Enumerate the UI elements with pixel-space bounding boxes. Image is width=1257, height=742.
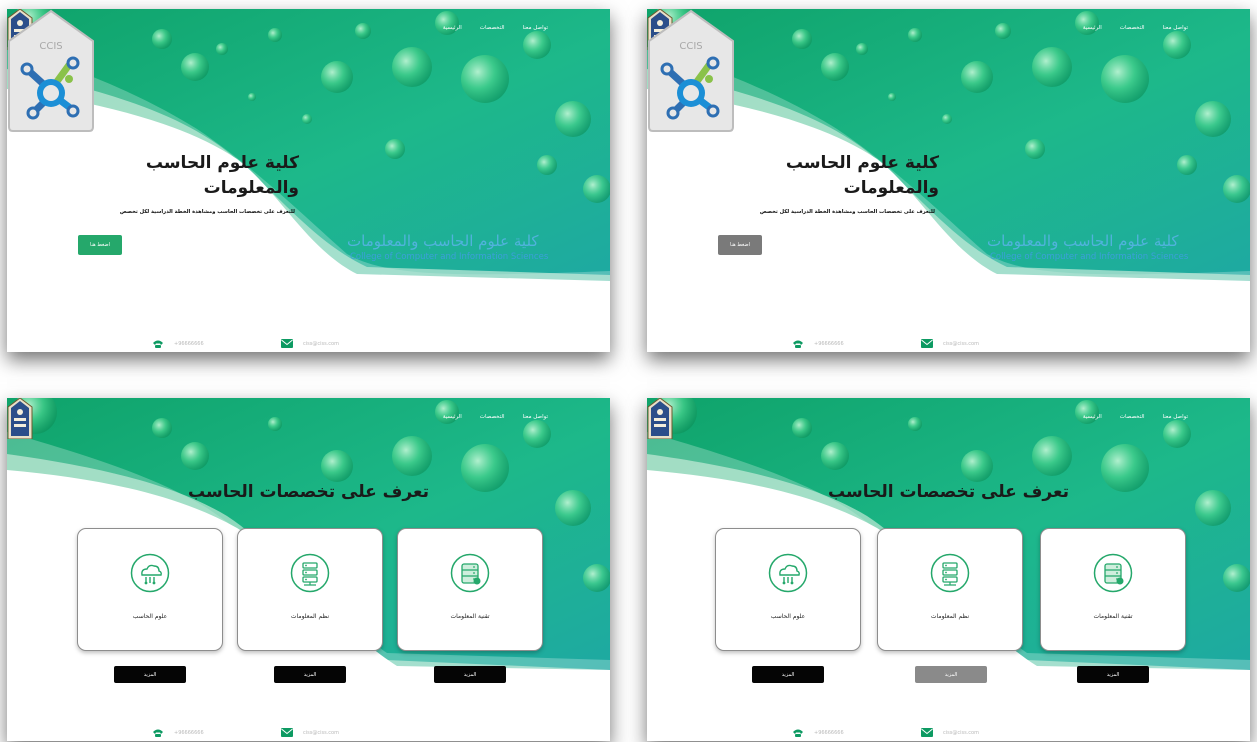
more-button-information-technology[interactable]: المزيد	[1077, 666, 1149, 683]
top-nav: الرئيسية التخصصات تواصل معنا	[1083, 25, 1188, 31]
nav-majors[interactable]: التخصصات	[1120, 414, 1145, 420]
server-stack-icon	[450, 553, 490, 593]
majors-screen-hover: الرئيسية التخصصات تواصل معنا تعرف على تخ…	[647, 398, 1250, 741]
more-button-information-systems[interactable]: المزيد	[274, 666, 346, 683]
ccis-badge-icon	[7, 9, 95, 133]
major-card-information-technology[interactable]: تقنية المعلومات	[1040, 528, 1186, 651]
footer-email: ciss@ciss.com	[281, 339, 339, 348]
nav-majors[interactable]: التخصصات	[480, 414, 505, 420]
nav-contact[interactable]: تواصل معنا	[523, 25, 548, 31]
footer-phone: +96666666	[152, 339, 204, 349]
major-card-label: تقنية المعلومات	[450, 613, 490, 620]
phone-number: +96666666	[174, 341, 204, 347]
nav-home[interactable]: الرئيسية	[443, 414, 462, 420]
cloud-computing-icon	[130, 553, 170, 593]
college-name-en: College of Computer and Information Scie…	[350, 252, 549, 262]
phone-number: +96666666	[814, 730, 844, 736]
email-address[interactable]: ciss@ciss.com	[303, 730, 339, 736]
footer-email: ciss@ciss.com	[281, 728, 339, 737]
major-card-computer-science[interactable]: علوم الحاسب	[715, 528, 861, 651]
major-card-computer-science[interactable]: علوم الحاسب	[77, 528, 223, 651]
majors-section-title: تعرف على تخصصات الحاسب	[828, 482, 1069, 502]
majors-screen-default: الرئيسية التخصصات تواصل معنا تعرف على تخ…	[7, 398, 610, 741]
hero-title-line2: والمعلومات	[843, 178, 939, 198]
nav-majors[interactable]: التخصصات	[480, 25, 505, 31]
phone-icon	[792, 339, 804, 349]
nav-contact[interactable]: تواصل معنا	[1163, 414, 1188, 420]
hero-subtitle: للتعرف على تخصصات الحاسب ومشاهدة الخطة ا…	[759, 209, 935, 215]
major-card-label: نظم المعلومات	[290, 613, 330, 620]
phone-number: +96666666	[174, 730, 204, 736]
major-card-information-technology[interactable]: تقنية المعلومات	[397, 528, 543, 651]
hero-title-line1: كلية علوم الحاسب	[145, 153, 299, 173]
phone-icon	[792, 728, 804, 738]
college-name-ar: كلية علوم الحاسب والمعلومات	[347, 232, 539, 250]
hero-subtitle: للتعرف على تخصصات الحاسب ومشاهدة الخطة ا…	[119, 209, 295, 215]
hero-screen-default: الرئيسية التخصصات تواصل معنا كلية علوم ا…	[7, 9, 610, 352]
top-nav: الرئيسية التخصصات تواصل معنا	[1083, 414, 1188, 420]
phone-icon	[152, 339, 164, 349]
nav-home[interactable]: الرئيسية	[443, 25, 462, 31]
nav-home[interactable]: الرئيسية	[1083, 25, 1102, 31]
major-card-label: علوم الحاسب	[132, 613, 168, 620]
footer-phone: +96666666	[792, 339, 844, 349]
nav-contact[interactable]: تواصل معنا	[1163, 25, 1188, 31]
envelope-icon	[281, 339, 293, 348]
nav-majors[interactable]: التخصصات	[1120, 25, 1145, 31]
phone-icon	[152, 728, 164, 738]
envelope-icon	[281, 728, 293, 737]
more-button-computer-science[interactable]: المزيد	[114, 666, 186, 683]
database-server-icon	[930, 553, 970, 593]
footer-email: ciss@ciss.com	[921, 339, 979, 348]
hero-title-line2: والمعلومات	[203, 178, 299, 198]
university-crest-icon[interactable]	[7, 398, 33, 439]
major-card-label: تقنية المعلومات	[1093, 613, 1133, 620]
more-button-information-systems-hover[interactable]: المزيد	[915, 666, 987, 683]
top-nav: الرئيسية التخصصات تواصل معنا	[443, 25, 548, 31]
nav-home[interactable]: الرئيسية	[1083, 414, 1102, 420]
footer-phone: +96666666	[792, 728, 844, 738]
click-here-button[interactable]: اضغط هنا	[78, 235, 122, 255]
more-button-computer-science[interactable]: المزيد	[752, 666, 824, 683]
college-name-en: College of Computer and Information Scie…	[990, 252, 1189, 262]
university-crest-icon[interactable]	[647, 398, 673, 439]
top-nav: الرئيسية التخصصات تواصل معنا	[443, 414, 548, 420]
screenshot-collage: الرئيسية التخصصات تواصل معنا كلية علوم ا…	[0, 0, 1257, 742]
major-card-label: علوم الحاسب	[770, 613, 806, 620]
phone-number: +96666666	[814, 341, 844, 347]
footer-phone: +96666666	[152, 728, 204, 738]
hero-title: كلية علوم الحاسب والمعلومات	[719, 151, 939, 201]
database-server-icon	[290, 553, 330, 593]
server-stack-icon	[1093, 553, 1133, 593]
click-here-button-hover[interactable]: اضغط هنا	[718, 235, 762, 255]
envelope-icon	[921, 728, 933, 737]
majors-section-title: تعرف على تخصصات الحاسب	[188, 482, 429, 502]
envelope-icon	[921, 339, 933, 348]
major-card-information-systems[interactable]: نظم المعلومات	[237, 528, 383, 651]
footer-email: ciss@ciss.com	[921, 728, 979, 737]
cloud-computing-icon	[768, 553, 808, 593]
major-card-label: نظم المعلومات	[930, 613, 970, 620]
email-address[interactable]: ciss@ciss.com	[303, 341, 339, 347]
ccis-badge-icon	[647, 9, 735, 133]
nav-contact[interactable]: تواصل معنا	[523, 414, 548, 420]
hero-title: كلية علوم الحاسب والمعلومات	[79, 151, 299, 201]
college-name-ar: كلية علوم الحاسب والمعلومات	[987, 232, 1179, 250]
email-address[interactable]: ciss@ciss.com	[943, 730, 979, 736]
email-address[interactable]: ciss@ciss.com	[943, 341, 979, 347]
hero-screen-hover: الرئيسية التخصصات تواصل معنا كلية علوم ا…	[647, 9, 1250, 352]
major-card-information-systems[interactable]: نظم المعلومات	[877, 528, 1023, 651]
hero-title-line1: كلية علوم الحاسب	[785, 153, 939, 173]
more-button-information-technology[interactable]: المزيد	[434, 666, 506, 683]
